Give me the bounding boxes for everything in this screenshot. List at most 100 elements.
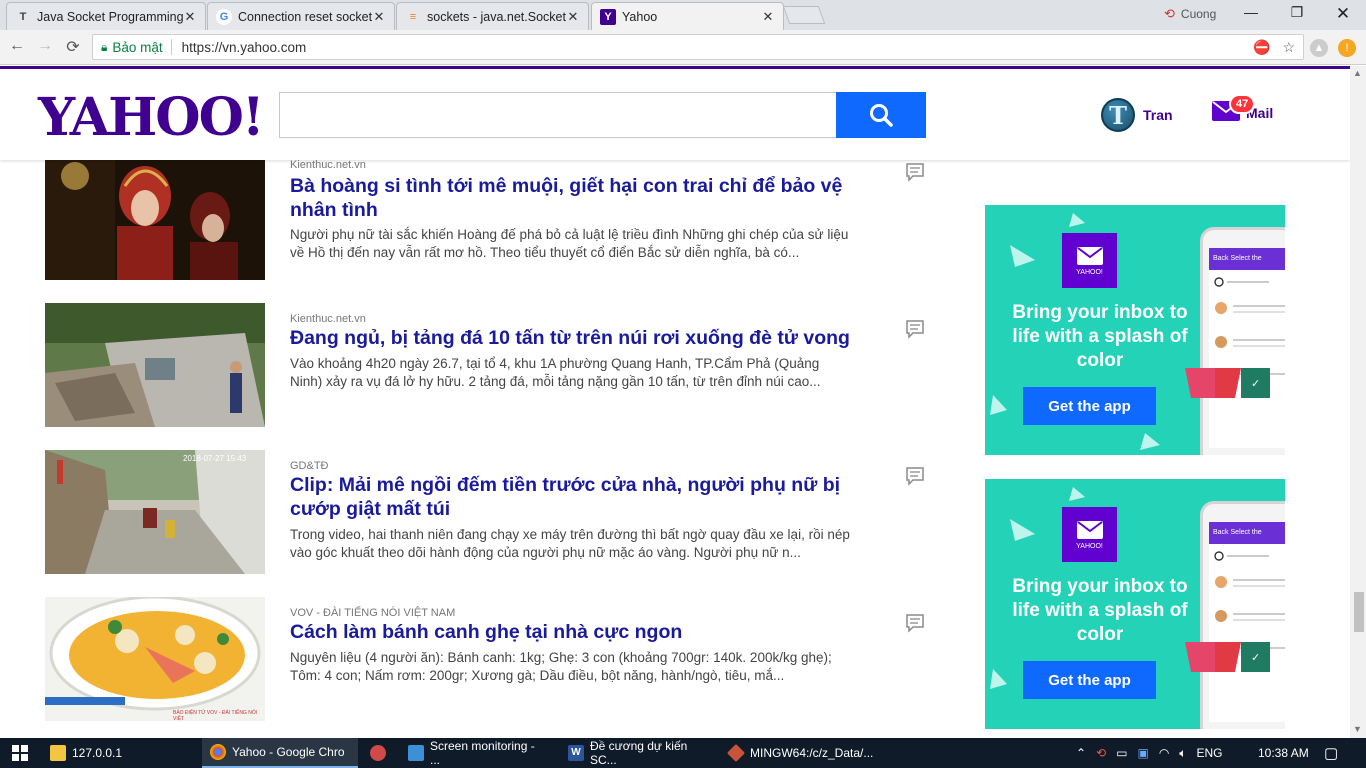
language-indicator[interactable]: ENG [1197, 746, 1223, 760]
tab-yahoo[interactable]: Y Yahoo ✕ [591, 2, 784, 30]
tab-title: Java Socket Programming [37, 9, 183, 24]
get-the-app-button[interactable]: Get the app [1023, 661, 1156, 699]
close-tab-icon[interactable]: ✕ [183, 9, 197, 25]
taskbar-item-folder[interactable]: 127.0.0.1 [42, 738, 200, 768]
chrome-icon [210, 744, 226, 760]
google-icon: G [216, 8, 232, 25]
tab-connection-reset[interactable]: G Connection reset socket j ✕ [207, 2, 395, 30]
tab-stackoverflow[interactable]: ≡ sockets - java.net.SocketE ✕ [396, 2, 589, 30]
volume-icon[interactable]: 🔈︎ [1179, 746, 1186, 761]
user-name: Tran [1143, 107, 1173, 123]
browser-tab-strip: T Java Socket Programming ✕ G Connection… [0, 0, 1366, 30]
color-cards: ✓ [1185, 368, 1270, 398]
lock-icon: 🔒︎ [101, 39, 108, 54]
back-button[interactable]: ← [6, 37, 28, 59]
taskbar-label: Yahoo - Google Chro [232, 745, 345, 759]
cube-icon [408, 745, 424, 761]
story-thumbnail[interactable]: 2018-07-27 15:43 [45, 450, 265, 574]
yahoo-mail-ad[interactable]: Back Select the ✓ YAHOO! Bring your inbo… [985, 205, 1285, 455]
page-viewport: YAHOO! T Tran Mail 47 Kienthuc.net.vn Bà… [0, 66, 1350, 738]
url-text[interactable]: https://vn.yahoo.com [182, 40, 307, 55]
comment-icon[interactable] [905, 466, 925, 491]
story-item[interactable]: Kienthuc.net.vn Đang ngủ, bị tảng đá 10 … [45, 303, 935, 427]
wifi-icon[interactable]: ◠ [1159, 746, 1169, 760]
ad-tagline: Bring your inbox to life with a splash o… [1012, 576, 1188, 645]
close-tab-icon[interactable]: ✕ [372, 9, 386, 25]
video-timestamp: 2018-07-27 15:43 [183, 454, 247, 463]
story-item[interactable]: Kienthuc.net.vn Bà hoàng si tình tới mê … [45, 146, 935, 284]
search-input[interactable] [279, 92, 837, 138]
extension-icon[interactable]: ▲ [1310, 39, 1328, 57]
taskbar-item-screen-monitoring[interactable]: Screen monitoring - ... [400, 738, 556, 768]
folder-icon [50, 745, 66, 761]
story-headline[interactable]: Bà hoàng si tình tới mê muội, giết hại c… [290, 174, 850, 222]
user-menu[interactable]: T Tran [1101, 98, 1173, 132]
ad-tagline: Bring your inbox to life with a splash o… [1012, 302, 1188, 371]
maximize-button[interactable]: ❐ [1286, 4, 1308, 24]
tab-title: Connection reset socket j [238, 9, 372, 24]
tab-title: Yahoo [622, 9, 658, 24]
tab-title: sockets - java.net.SocketE [427, 9, 566, 24]
story-thumbnail[interactable] [45, 146, 265, 280]
story-thumbnail[interactable] [45, 303, 265, 427]
yahoo-mail-ad[interactable]: Back Select the ✓ YAHOO! Bring your inbo… [985, 479, 1285, 729]
phone-mockup: Back Select the [1200, 227, 1285, 455]
taskbar-item-git-bash[interactable]: MINGW64:/c/z_Data/... [720, 738, 876, 768]
update-alert-icon[interactable]: ! [1338, 39, 1356, 57]
tab-java-socket[interactable]: T Java Socket Programming ✕ [6, 2, 206, 30]
story-headline[interactable]: Đang ngủ, bị tảng đá 10 tấn từ trên núi … [290, 326, 850, 350]
address-bar[interactable]: 🔒︎ Bảo mật https://vn.yahoo.com ⛔ ☆ [92, 34, 1304, 60]
yahoo-logo[interactable]: YAHOO! [38, 87, 265, 148]
monitor-icon[interactable]: ▣ [1137, 746, 1148, 760]
scrollbar-thumb[interactable] [1354, 592, 1364, 632]
search-icon [870, 104, 893, 127]
get-the-app-button[interactable]: Get the app [1023, 387, 1156, 425]
yahoo-icon: Y [600, 8, 616, 25]
start-button[interactable] [0, 738, 40, 768]
comment-icon[interactable] [905, 162, 925, 187]
story-summary: Nguyên liệu (4 người ăn): Bánh canh: 1kg… [290, 650, 832, 683]
story-provider: GD&TĐ [290, 460, 329, 472]
forward-button[interactable]: → [34, 37, 56, 59]
bookmark-star-icon[interactable]: ☆ [1282, 39, 1295, 56]
profile-name: Cuong [1180, 7, 1217, 21]
ad-brand: YAHOO! [1076, 542, 1103, 550]
new-tab-button[interactable] [782, 6, 826, 24]
clock[interactable]: 10:38 AM [1258, 738, 1309, 768]
close-tab-icon[interactable]: ✕ [566, 9, 580, 25]
search-button[interactable] [836, 92, 926, 138]
avatar: T [1101, 98, 1135, 132]
story-item[interactable]: 2018-07-27 15:43 GD&TĐ Clip: Mải mê ngồi… [45, 450, 935, 574]
story-provider: VOV - ĐÀI TIẾNG NÓI VIỆT NAM [290, 607, 456, 619]
notification-icon[interactable]: ▢ [1324, 738, 1338, 768]
ad-brand: YAHOO! [1076, 268, 1103, 276]
scroll-down-arrow-icon[interactable]: ▼ [1353, 724, 1362, 734]
close-tab-icon[interactable]: ✕ [761, 9, 775, 25]
story-item[interactable]: BÁO ĐIỆN TỬ VOV - ĐÀI TIẾNG NÓI VIỆT VOV… [45, 597, 935, 721]
comment-icon[interactable] [905, 319, 925, 344]
system-tray: ⌃ ⟲ ▭ ▣ ◠ 🔈︎ ENG [1076, 738, 1223, 768]
story-headline[interactable]: Cách làm bánh canh ghẹ tại nhà cực ngon [290, 620, 850, 644]
profile-button[interactable]: ⟲ Cuong [1164, 6, 1216, 22]
comment-icon[interactable] [905, 613, 925, 638]
close-window-button[interactable]: ✕ [1332, 4, 1354, 24]
phone-app-bar: Back Select the [1209, 522, 1285, 544]
scroll-up-arrow-icon[interactable]: ▲ [1353, 68, 1362, 78]
page-scrollbar[interactable]: ▲ ▼ [1350, 66, 1366, 738]
reload-button[interactable]: ⟳ [62, 37, 84, 59]
taskbar-item-app[interactable] [362, 738, 398, 768]
taskbar-label: Đề cương dự kiến SC... [590, 739, 688, 767]
phone-mockup: Back Select the [1200, 501, 1285, 729]
cookie-blocked-icon[interactable]: ⛔ [1253, 39, 1270, 56]
thumbnail-caption: BÁO ĐIỆN TỬ VOV - ĐÀI TIẾNG NÓI VIỆT [173, 710, 258, 721]
story-summary: Vào khoảng 4h20 ngày 26.7, tại tổ 4, khu… [290, 356, 821, 389]
sync-icon[interactable]: ⟲ [1096, 746, 1106, 760]
taskbar-item-word[interactable]: W Đề cương dự kiến SC... [560, 738, 716, 768]
chevron-up-icon[interactable]: ⌃ [1076, 746, 1086, 760]
story-headline[interactable]: Clip: Mải mê ngồi đếm tiền trước cửa nhà… [290, 473, 850, 521]
taskbar-item-chrome[interactable]: Yahoo - Google Chro [202, 738, 358, 768]
mail-count-badge: 47 [1229, 94, 1256, 114]
battery-icon[interactable]: ▭ [1116, 746, 1127, 760]
story-thumbnail[interactable]: BÁO ĐIỆN TỬ VOV - ĐÀI TIẾNG NÓI VIỆT [45, 597, 265, 721]
minimize-button[interactable]: — [1240, 4, 1262, 24]
